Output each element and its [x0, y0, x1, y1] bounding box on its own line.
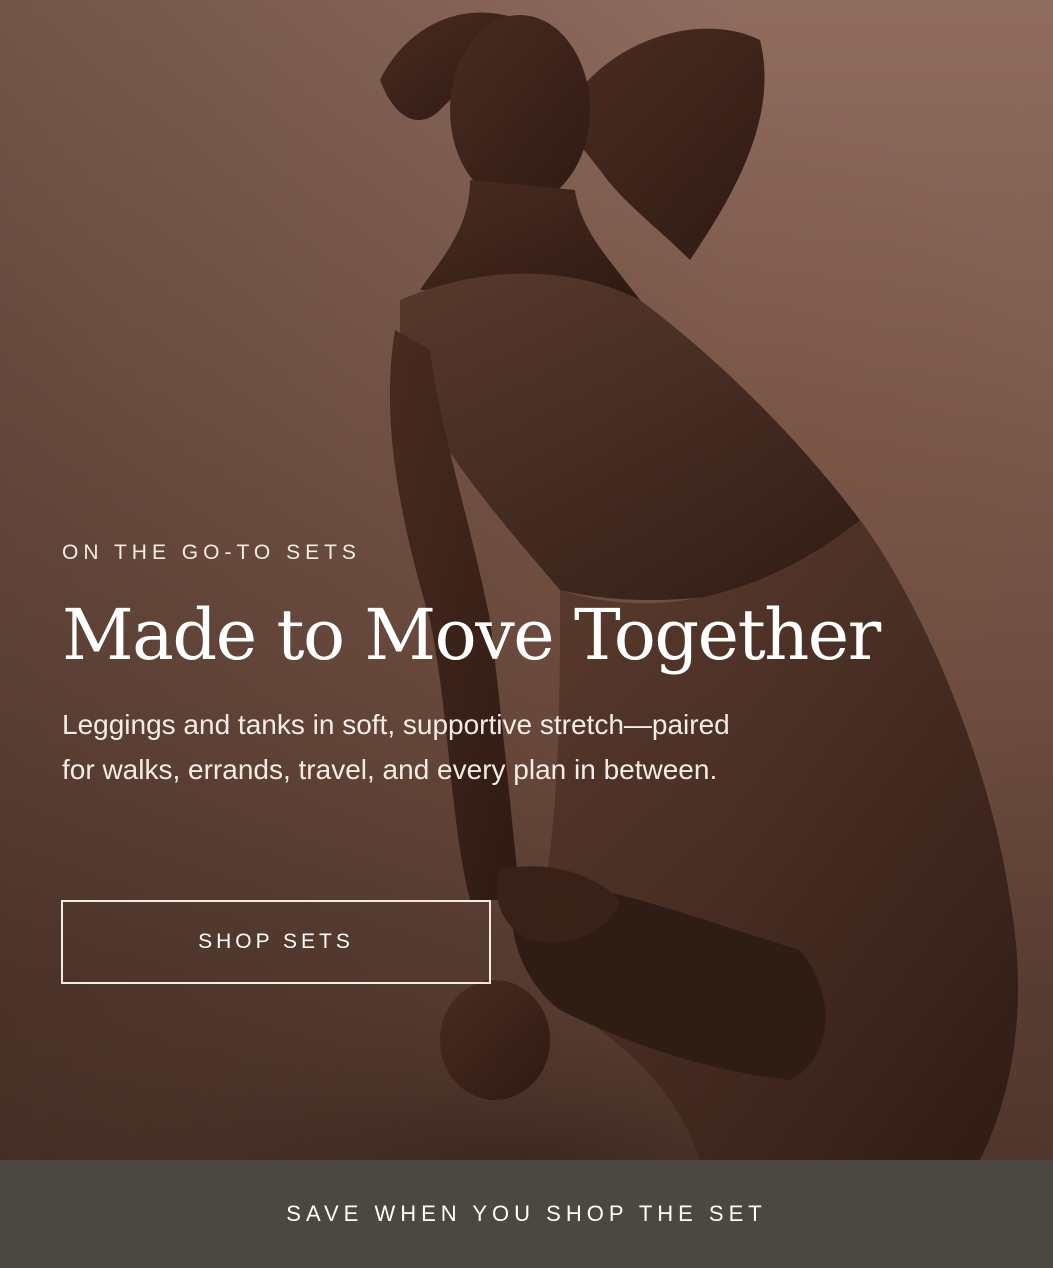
savings-banner[interactable]: SAVE WHEN YOU SHOP THE SET [0, 1160, 1053, 1268]
shop-sets-button[interactable]: SHOP SETS [61, 900, 491, 984]
hero-section: ON THE GO-TO SETS Made to Move Together … [0, 0, 1053, 1160]
hero-copy: ON THE GO-TO SETS Made to Move Together … [62, 538, 942, 792]
promo-banner[interactable]: ON THE GO-TO SETS Made to Move Together … [0, 0, 1053, 1268]
eyebrow-text: ON THE GO-TO SETS [62, 541, 361, 564]
hero-headline: Made to Move Together [62, 594, 881, 676]
savings-banner-label: SAVE WHEN YOU SHOP THE SET [286, 1201, 767, 1226]
hero-body-text: Leggings and tanks in soft, supportive s… [62, 709, 730, 785]
shop-sets-button-label: SHOP SETS [198, 930, 354, 953]
